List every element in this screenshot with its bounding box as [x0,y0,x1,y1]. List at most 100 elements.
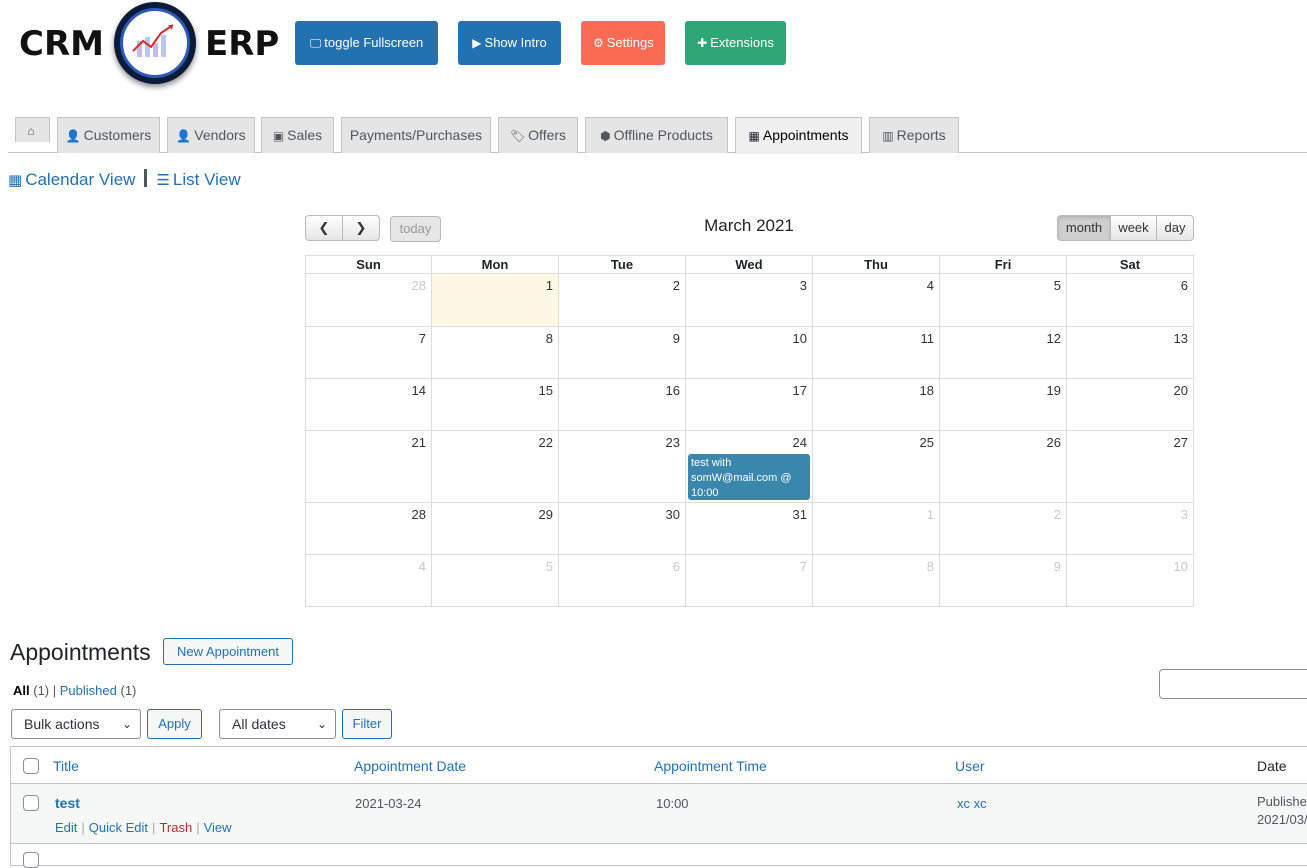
puzzle-icon: ✚ [697,36,708,50]
filter-button[interactable]: Filter [342,709,392,739]
row-checkbox[interactable] [23,852,39,868]
page-title: Appointments [10,639,151,665]
tab-offline-products[interactable]: ⬢ Offline Products [585,117,728,153]
edit-link[interactable]: Edit [55,820,77,835]
next-month-button[interactable]: ❯ [342,215,380,241]
calendar-day-cell[interactable]: 31 [686,503,813,555]
calendar-view-link[interactable]: ▦ Calendar View [8,170,135,189]
calendar-day-cell[interactable]: 3 [686,274,813,327]
row-appointment-time: 10:00 [656,796,689,811]
calendar-day-cell[interactable]: 4 [306,555,432,607]
column-user[interactable]: User [955,758,985,774]
calendar-day-cell[interactable]: 21 [306,431,432,503]
weekday-header: Mon [432,256,559,274]
row-title-link[interactable]: test [55,795,80,811]
calendar-day-cell[interactable]: 1 [432,274,559,327]
calendar-day-cell[interactable]: 3 [1067,503,1194,555]
table-row [11,844,1307,868]
calendar-day-cell[interactable]: 11 [813,327,940,379]
day-view-button[interactable]: day [1156,215,1194,241]
calendar-day-cell[interactable]: 10 [686,327,813,379]
calendar-day-cell[interactable]: 30 [559,503,686,555]
month-view-button[interactable]: month [1057,215,1111,241]
calendar-day-cell[interactable]: 15 [432,379,559,431]
extensions-button[interactable]: ✚ Extensions [685,21,786,65]
tab-home[interactable]: ⌂ [15,117,50,142]
calendar-day-cell[interactable]: 9 [559,327,686,379]
filter-published-link[interactable]: Published [60,683,117,698]
calendar-day-cell[interactable]: 9 [940,555,1067,607]
calendar-day-cell[interactable]: 1 [813,503,940,555]
today-button[interactable]: today [390,216,441,242]
tab-sales[interactable]: ▣ Sales [261,117,334,153]
tab-appointments[interactable]: ▦ Appointments [735,117,862,154]
search-input[interactable] [1159,669,1307,699]
column-appointment-date[interactable]: Appointment Date [354,758,466,774]
calendar-day-cell[interactable]: 27 [1067,431,1194,503]
apply-button[interactable]: Apply [147,709,202,739]
calendar-day-cell[interactable]: 28 [306,274,432,327]
action-divider: | [152,820,156,835]
calendar-day-cell[interactable]: 19 [940,379,1067,431]
calendar-day-cell[interactable]: 13 [1067,327,1194,379]
logo-text-crm: CRM [19,24,104,64]
list-view-label: List View [172,170,241,189]
filter-all-label: All [13,683,30,698]
calendar-day-cell[interactable]: 10 [1067,555,1194,607]
calendar-day-cell[interactable]: 29 [432,503,559,555]
calendar-day-cell[interactable]: 23 [559,431,686,503]
new-appointment-button[interactable]: New Appointment [163,638,293,665]
tab-reports[interactable]: ▥ Reports [869,117,959,153]
column-title[interactable]: Title [53,758,79,774]
calendar-day-cell[interactable]: 20 [1067,379,1194,431]
calendar-day-cell[interactable]: 18 [813,379,940,431]
show-intro-button[interactable]: ▶ Show Intro [458,21,561,65]
quick-edit-link[interactable]: Quick Edit [89,820,148,835]
calendar-day-cell[interactable]: 12 [940,327,1067,379]
tab-customers[interactable]: 👤 Customers [57,117,160,153]
settings-button[interactable]: ⚙ Settings [581,21,665,65]
tab-vendors[interactable]: 👤 Vendors [167,117,255,153]
appointments-table: Title Appointment Date Appointment Time … [10,746,1307,868]
calendar-day-cell[interactable]: 6 [559,555,686,607]
calendar-day-cell[interactable]: 5 [940,274,1067,327]
view-link[interactable]: View [204,820,232,835]
select-all-checkbox[interactable] [23,758,39,774]
table-row: test 2021-03-24 10:00 xc xc Published 20… [11,784,1307,844]
calendar-day-cell[interactable]: 14 [306,379,432,431]
calendar-day-cell[interactable]: 7 [686,555,813,607]
dates-select[interactable]: All dates ⌄ [219,709,336,739]
calendar-event[interactable]: test with somW@mail.com @ 10:00 [688,454,810,500]
tab-label: Reports [896,127,946,143]
calendar-day-cell[interactable]: 4 [813,274,940,327]
calendar-day-cell[interactable]: 8 [813,555,940,607]
calendar-day-cell[interactable]: 7 [306,327,432,379]
filter-all-link[interactable]: All [13,683,30,698]
trend-chart-icon [132,24,174,57]
calendar-day-cell[interactable]: 8 [432,327,559,379]
calendar-day-cell[interactable]: 5 [432,555,559,607]
toggle-fullscreen-button[interactable]: 🖵 toggle Fullscreen [295,21,438,65]
calendar-day-cell[interactable]: 22 [432,431,559,503]
bulk-actions-select[interactable]: Bulk actions ⌄ [11,709,141,739]
calendar-day-cell[interactable]: 16 [559,379,686,431]
week-view-button[interactable]: week [1110,215,1157,241]
tab-offers[interactable]: 🏷 Offers [498,117,578,153]
calendar-day-cell[interactable]: 2 [940,503,1067,555]
list-view-link[interactable]: ☰ List View [156,170,240,189]
calendar-day-cell[interactable]: 25 [813,431,940,503]
calendar-day-cell[interactable]: 26 [940,431,1067,503]
money-icon: ▣ [272,129,285,143]
row-user-link[interactable]: xc xc [957,796,987,811]
tab-payments-purchases[interactable]: Payments/Purchases [341,117,491,153]
row-checkbox[interactable] [23,795,39,811]
column-appointment-time[interactable]: Appointment Time [654,758,767,774]
calendar-day-cell[interactable]: 17 [686,379,813,431]
calendar-day-cell[interactable]: 28 [306,503,432,555]
trash-link[interactable]: Trash [159,820,192,835]
filter-divider: | [52,683,60,698]
calendar-day-cell[interactable]: 6 [1067,274,1194,327]
calendar-icon: ▦ [748,129,760,143]
calendar-day-cell[interactable]: 2 [559,274,686,327]
prev-month-button[interactable]: ❮ [305,215,343,241]
